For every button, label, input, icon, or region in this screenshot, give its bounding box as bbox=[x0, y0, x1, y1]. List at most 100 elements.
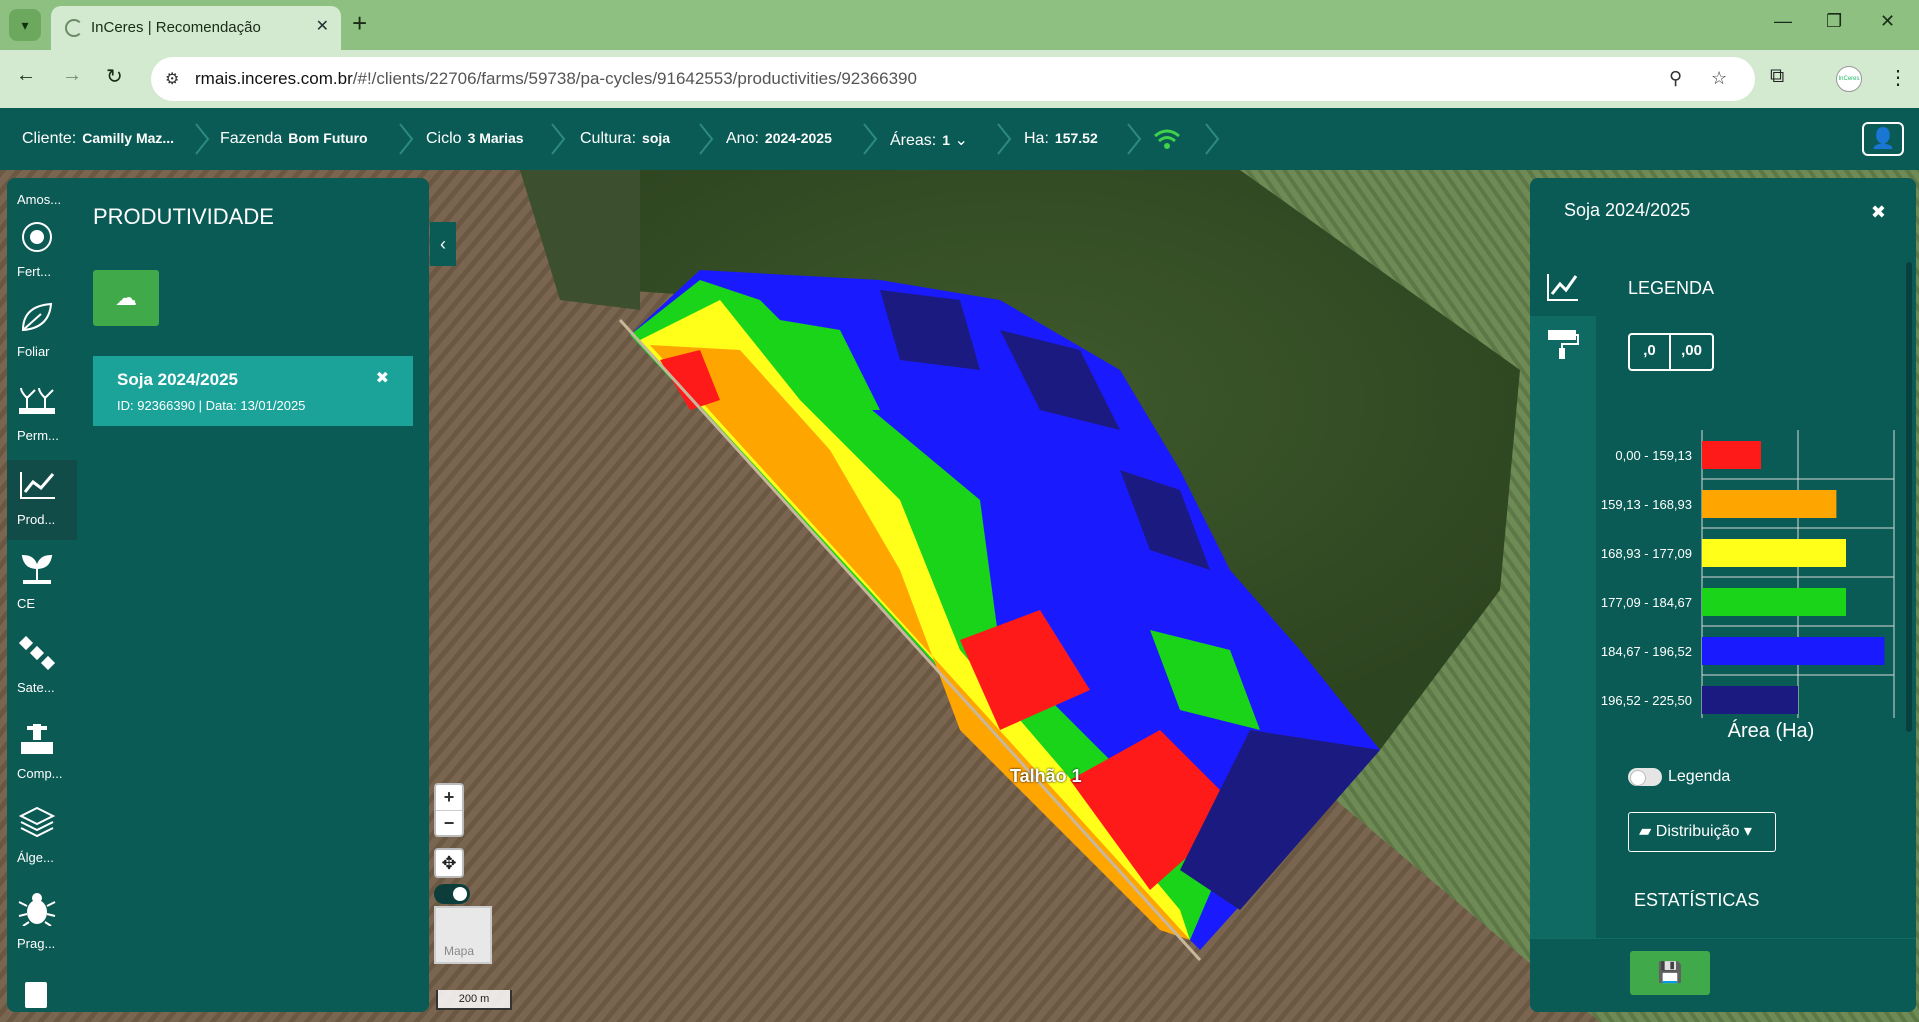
module-rail: Amos... Fert... Foliar Perm... Prod... C… bbox=[7, 178, 77, 1012]
legend-toggle[interactable] bbox=[1628, 768, 1662, 786]
zoom-in-button[interactable]: + bbox=[436, 785, 462, 810]
forward-icon[interactable]: → bbox=[62, 64, 82, 87]
chart-category-label: 0,00 - 159,13 bbox=[1615, 448, 1692, 463]
chart-bar bbox=[1702, 441, 1762, 469]
tab-title: InCeres | Recomendação bbox=[91, 19, 261, 36]
ano-value: 2024-2025 bbox=[764, 130, 832, 146]
tab-chart[interactable] bbox=[1530, 258, 1596, 316]
breadcrumb-ciclo[interactable]: Ciclo 3 Marias bbox=[426, 130, 524, 148]
rail-item-amostragem[interactable]: Amos... bbox=[7, 140, 77, 220]
tab-close-icon[interactable]: ✕ bbox=[316, 16, 329, 36]
ciclo-label: Ciclo bbox=[426, 130, 462, 147]
chart-category-label: 184,67 - 196,52 bbox=[1601, 644, 1692, 659]
sprout-icon bbox=[21, 554, 53, 584]
move-icon: ✥ bbox=[441, 853, 457, 873]
minimize-icon[interactable]: — bbox=[1774, 11, 1792, 32]
basemap-switcher[interactable]: Mapa bbox=[434, 906, 492, 964]
productivity-card[interactable]: Soja 2024/2025 ID: 92366390 | Data: 13/0… bbox=[93, 356, 413, 426]
distribution-dropdown[interactable]: ▰ Distribuição ▾ bbox=[1628, 812, 1776, 852]
decrease-decimals-button[interactable]: ,0 bbox=[1630, 335, 1671, 369]
collapse-panel-button[interactable]: ‹ bbox=[430, 222, 456, 266]
areas-label: Áreas: bbox=[890, 132, 937, 149]
breadcrumb-separator bbox=[551, 123, 566, 155]
url-host: rmais.inceres.com.br bbox=[195, 69, 353, 88]
rail-item-ce[interactable]: CE bbox=[7, 544, 77, 624]
statistics-title: ESTATÍSTICAS bbox=[1634, 890, 1760, 910]
rail-item-pragas[interactable]: Prag... bbox=[7, 884, 77, 964]
breadcrumb-separator bbox=[195, 123, 210, 155]
new-tab-icon[interactable]: + bbox=[352, 8, 367, 39]
breadcrumb-separator bbox=[1205, 123, 1220, 155]
productivity-panel: PRODUTIVIDADE ☁ Soja 2024/2025 ID: 92366… bbox=[77, 178, 429, 1012]
rail-item-produtividade[interactable]: Prod... bbox=[7, 460, 77, 540]
chevron-left-icon: ‹ bbox=[440, 234, 446, 254]
layers-icon bbox=[18, 806, 56, 838]
fazenda-value: Bom Futuro bbox=[288, 130, 368, 146]
soil-icon bbox=[21, 724, 53, 754]
rail-item-fertilidade[interactable]: Fert... bbox=[7, 212, 77, 292]
zoom-icon[interactable]: ⚲ bbox=[1669, 68, 1682, 89]
cultura-label: Cultura: bbox=[580, 130, 637, 147]
app-header: Cliente: Camilly Maz... Fazenda Bom Futuro… bbox=[0, 108, 1919, 170]
save-icon: 💾 bbox=[1657, 962, 1683, 984]
site-info-icon[interactable]: ⚙ bbox=[165, 69, 179, 89]
card-subtitle: ID: 92366390 | Data: 13/01/2025 bbox=[117, 398, 306, 413]
rail-item-satelite[interactable]: Sate... bbox=[7, 628, 77, 708]
extensions-icon[interactable]: ⧉ bbox=[1770, 65, 1784, 88]
tab-search-button[interactable]: ▾ bbox=[9, 9, 41, 41]
breadcrumb-ano[interactable]: Ano: 2024-2025 bbox=[726, 130, 832, 148]
area-bar-chart: 020400,00 - 159,13159,13 - 168,93168,93 … bbox=[1601, 430, 1901, 745]
upload-button[interactable]: ☁ bbox=[93, 270, 159, 326]
reload-icon[interactable]: ↻ bbox=[106, 64, 123, 89]
rail-item-foliar[interactable]: Foliar bbox=[7, 292, 77, 372]
satellite-icon bbox=[18, 636, 56, 670]
rail-item-permanente[interactable]: Perm... bbox=[7, 376, 77, 456]
panel-title: PRODUTIVIDADE bbox=[93, 204, 274, 229]
breadcrumb-areas[interactable]: Áreas: 1 ⌄ bbox=[890, 130, 968, 150]
layer-toggle[interactable] bbox=[434, 884, 470, 904]
chart-category-label: 159,13 - 168,93 bbox=[1601, 497, 1692, 512]
cultura-value: soja bbox=[642, 130, 671, 146]
legend-toggle-label: Legenda bbox=[1668, 768, 1731, 785]
tab-paint[interactable] bbox=[1530, 316, 1596, 374]
save-button[interactable]: 💾 bbox=[1630, 951, 1710, 995]
ha-value: 157.52 bbox=[1054, 130, 1098, 146]
breadcrumb-fazenda[interactable]: Fazenda Bom Futuro bbox=[220, 130, 368, 148]
address-bar[interactable]: ⚙ rmais.inceres.com.br/#!/clients/22706/… bbox=[151, 57, 1755, 101]
field-name-label: Talhão 1 bbox=[1010, 766, 1082, 786]
browser-tab[interactable]: InCeres | Recomendação ✕ bbox=[51, 6, 341, 50]
legend-panel-close-icon[interactable]: ✖ bbox=[1871, 202, 1886, 223]
chart-category-label: 168,93 - 177,09 bbox=[1601, 546, 1692, 561]
user-icon[interactable]: 👤 bbox=[1862, 122, 1904, 156]
zoom-out-button[interactable]: − bbox=[436, 810, 462, 835]
bookmark-star-icon[interactable]: ☆ bbox=[1711, 68, 1727, 89]
url-text[interactable]: rmais.inceres.com.br/#!/clients/22706/fa… bbox=[195, 69, 917, 89]
profile-avatar[interactable]: InCeres bbox=[1836, 66, 1862, 92]
ciclo-value: 3 Marias bbox=[467, 130, 524, 146]
window-close-icon[interactable]: ✕ bbox=[1880, 11, 1895, 32]
legend-panel-tabs bbox=[1530, 258, 1596, 1012]
browser-menu-icon[interactable]: ⋮ bbox=[1888, 65, 1908, 90]
back-icon[interactable]: ← bbox=[16, 64, 36, 87]
breadcrumb-ha: Ha: 157.52 bbox=[1024, 130, 1098, 148]
rail-item-compactacao[interactable]: Comp... bbox=[7, 714, 77, 794]
document-icon[interactable] bbox=[25, 982, 47, 1008]
increase-decimals-button[interactable]: ,00 bbox=[1671, 335, 1712, 369]
rail-item-label: Comp... bbox=[17, 766, 63, 781]
chart-category-label: 177,09 - 184,67 bbox=[1601, 595, 1692, 610]
chevron-down-icon: ⌄ bbox=[954, 132, 968, 149]
map-scale: 200 m bbox=[436, 990, 512, 1010]
rail-item-algebra[interactable]: Álge... bbox=[7, 798, 77, 878]
chart-bar bbox=[1702, 588, 1846, 616]
pan-button[interactable]: ✥ bbox=[434, 848, 464, 878]
breadcrumb-separator bbox=[399, 123, 414, 155]
chart-bar bbox=[1702, 539, 1846, 567]
leaf-icon bbox=[21, 302, 53, 332]
legend-panel-scrollbar[interactable] bbox=[1906, 262, 1912, 732]
breadcrumb-cultura[interactable]: Cultura: soja bbox=[580, 130, 670, 148]
chart-line-icon bbox=[20, 472, 55, 499]
url-path: /#!/clients/22706/farms/59738/pa-cycles/… bbox=[352, 69, 917, 88]
restore-icon[interactable]: ❐ bbox=[1826, 11, 1842, 32]
loading-favicon-icon bbox=[65, 19, 83, 37]
card-close-icon[interactable]: ✖ bbox=[376, 368, 389, 388]
